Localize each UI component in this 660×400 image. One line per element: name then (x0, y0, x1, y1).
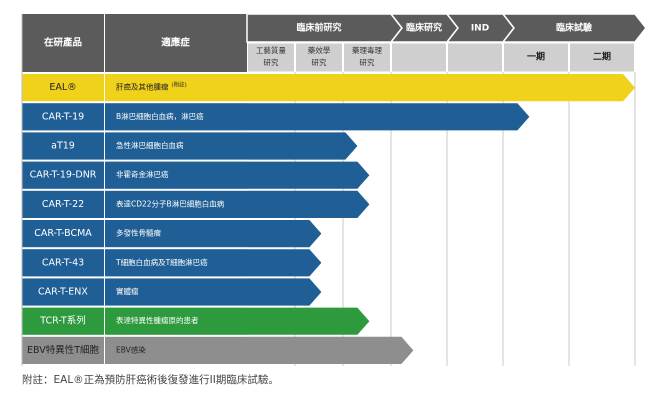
subphase-label: 藥理毒理 (352, 45, 382, 55)
row-progress-arrow (247, 220, 322, 248)
subphase-cell (391, 42, 447, 73)
phase-label: 臨床試驗 (556, 22, 592, 34)
row-indication-label: 多發性骨髓瘤 (116, 228, 161, 238)
pipeline-chart: 在研產品 適應症 臨床前研究 臨床研究 IND 臨床試驗工藝質量研究 藥效學研究 藥理毒理研究… (21, 13, 647, 366)
row-progress-arrow (247, 103, 530, 131)
row-product-label: EBV特異性T細胞 (27, 344, 100, 356)
row-indication-label: 實體瘤 (116, 286, 139, 296)
header-product-label: 在研產品 (44, 37, 82, 49)
row-product-label: CAR-T-BCMA (34, 228, 92, 239)
row-indication-label: 表達CD22分子B淋巴細胞白血病 (116, 198, 225, 208)
row-product-label: aT19 (51, 141, 75, 152)
row-indication-label: EBV感染 (116, 344, 146, 354)
row-indication-label: 急性淋巴細胞白血病 (116, 140, 184, 150)
subphase-label: 二期 (593, 51, 611, 63)
row-product-label: EAL® (49, 82, 76, 93)
subphase-label: 一期 (527, 51, 545, 63)
row-progress-arrow (247, 132, 358, 160)
row-progress-arrow (247, 307, 370, 335)
row-product-label: CAR-T-43 (42, 257, 84, 268)
subphase-label: 研究 (312, 57, 327, 67)
row-indication-label: T細胞白血病及T細胞淋巴癌 (115, 257, 208, 267)
row-progress-arrow (247, 249, 322, 277)
row-product-label: CAR-T-19-DNR (30, 170, 97, 181)
row-progress-arrow (247, 161, 370, 189)
row-progress-arrow (247, 190, 370, 218)
row-product-label: CAR-T-22 (42, 199, 84, 210)
row-indication-label: 表達特異性腫瘤原的患者 (116, 315, 199, 325)
row-indication-note: (附註) (172, 80, 187, 88)
row-progress-arrow (247, 278, 322, 306)
footnote: 附註：EAL®正為預防肝癌術後復發進行II期臨床試驗。 (22, 374, 279, 386)
row-progress-arrow (247, 336, 414, 364)
row-progress-arrow (247, 74, 635, 102)
subphase-label: 研究 (360, 57, 375, 67)
phase-label: IND (471, 24, 489, 34)
subphase-label: 藥效學 (308, 45, 331, 55)
subphase-label: 工藝質量 (256, 45, 286, 55)
row-product-label: TCR-T系列 (39, 315, 85, 327)
subphase-cell (447, 42, 503, 73)
header-indication-label: 適應症 (161, 37, 190, 49)
row-indication-label: 非霍奇金淋巴癌 (116, 169, 169, 179)
row-indication-label: B淋巴細胞白血病，淋巴癌 (116, 111, 204, 121)
row-product-label: CAR-T-19 (42, 111, 84, 122)
phase-label: 臨床前研究 (296, 22, 341, 34)
subphase-label: 研究 (264, 57, 279, 67)
phase-label: 臨床研究 (406, 22, 442, 34)
row-product-label: CAR-T-ENX (38, 287, 88, 298)
